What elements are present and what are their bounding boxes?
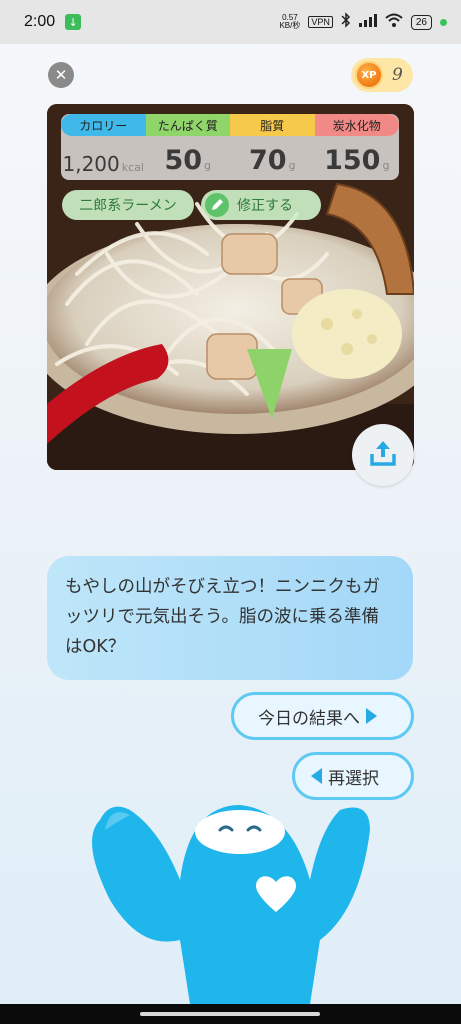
download-icon: ↓	[65, 14, 82, 30]
food-photo-card: カロリー たんぱく質 脂質 炭水化物 1,200 kcal 50 g 70 g …	[47, 104, 414, 470]
go-to-today-results-button[interactable]: 今日の結果へ	[231, 692, 414, 740]
calorie-label: カロリー	[61, 114, 146, 136]
nutrition-values: 1,200 kcal 50 g 70 g 150 g	[61, 136, 399, 180]
privacy-dot-icon	[440, 18, 447, 26]
carbs-unit: g	[382, 159, 390, 172]
home-indicator[interactable]	[140, 1012, 320, 1016]
status-time: 2:00	[24, 13, 56, 30]
protein-label: たんぱく質	[145, 114, 230, 136]
fat-value: 70	[248, 145, 287, 176]
wifi-icon	[385, 13, 403, 31]
xp-badge: XP 9	[351, 58, 413, 92]
food-name-tag: 二郎系ラーメン	[62, 190, 194, 220]
navigation-bar	[0, 1004, 461, 1024]
protein-value-cell: 50 g	[146, 145, 231, 176]
nutrition-header: カロリー たんぱく質 脂質 炭水化物	[61, 114, 399, 136]
next-button-label: 今日の結果へ	[258, 708, 360, 729]
calorie-unit: kcal	[121, 161, 144, 174]
share-icon	[368, 438, 398, 472]
battery-icon: 26	[410, 14, 432, 30]
calorie-value: 1,200	[62, 152, 120, 176]
triangle-left-icon	[311, 768, 322, 784]
carbs-label: 炭水化物	[314, 114, 399, 136]
mascot-message-bubble: もやしの山がそびえ立つ！ニンニクもガッツリで元気出そう。脂の波に乗る準備はOK？	[47, 556, 413, 680]
edit-pencil-icon	[205, 193, 229, 217]
mascot-message: もやしの山がそびえ立つ！ニンニクもガッツリで元気出そう。脂の波に乗る準備はOK？	[65, 577, 380, 657]
nutrition-panel: カロリー たんぱく質 脂質 炭水化物 1,200 kcal 50 g 70 g …	[61, 114, 399, 180]
carbs-value: 150	[324, 145, 381, 176]
close-button[interactable]: ✕	[48, 62, 74, 88]
edit-button[interactable]: 修正する	[201, 190, 321, 220]
network-speed: 0.57 KB/秒	[279, 14, 300, 30]
reselect-button-label: 再選択	[328, 768, 379, 789]
triangle-right-icon	[366, 708, 377, 724]
edit-button-label: 修正する	[237, 198, 293, 214]
fat-unit: g	[288, 159, 296, 172]
network-speed-unit: KB/秒	[279, 21, 301, 30]
carbs-value-cell: 150 g	[315, 145, 400, 176]
calorie-value-cell: 1,200 kcal	[61, 152, 146, 176]
status-bar: 2:00 ↓ 0.57 KB/秒 VPN 26	[0, 0, 461, 44]
xp-coin-icon: XP	[355, 61, 383, 89]
signal-icon	[358, 13, 377, 31]
vpn-icon: VPN	[308, 16, 333, 28]
close-icon: ✕	[54, 66, 68, 84]
status-right: 0.57 KB/秒 VPN 26	[279, 12, 447, 32]
protein-value: 50	[164, 145, 203, 176]
share-button[interactable]	[352, 424, 414, 486]
protein-unit: g	[204, 159, 212, 172]
mascot-character	[92, 805, 370, 1004]
xp-value: 9	[392, 65, 403, 85]
fat-value-cell: 70 g	[230, 145, 315, 176]
bluetooth-icon	[341, 12, 351, 32]
fat-label: 脂質	[230, 114, 315, 136]
